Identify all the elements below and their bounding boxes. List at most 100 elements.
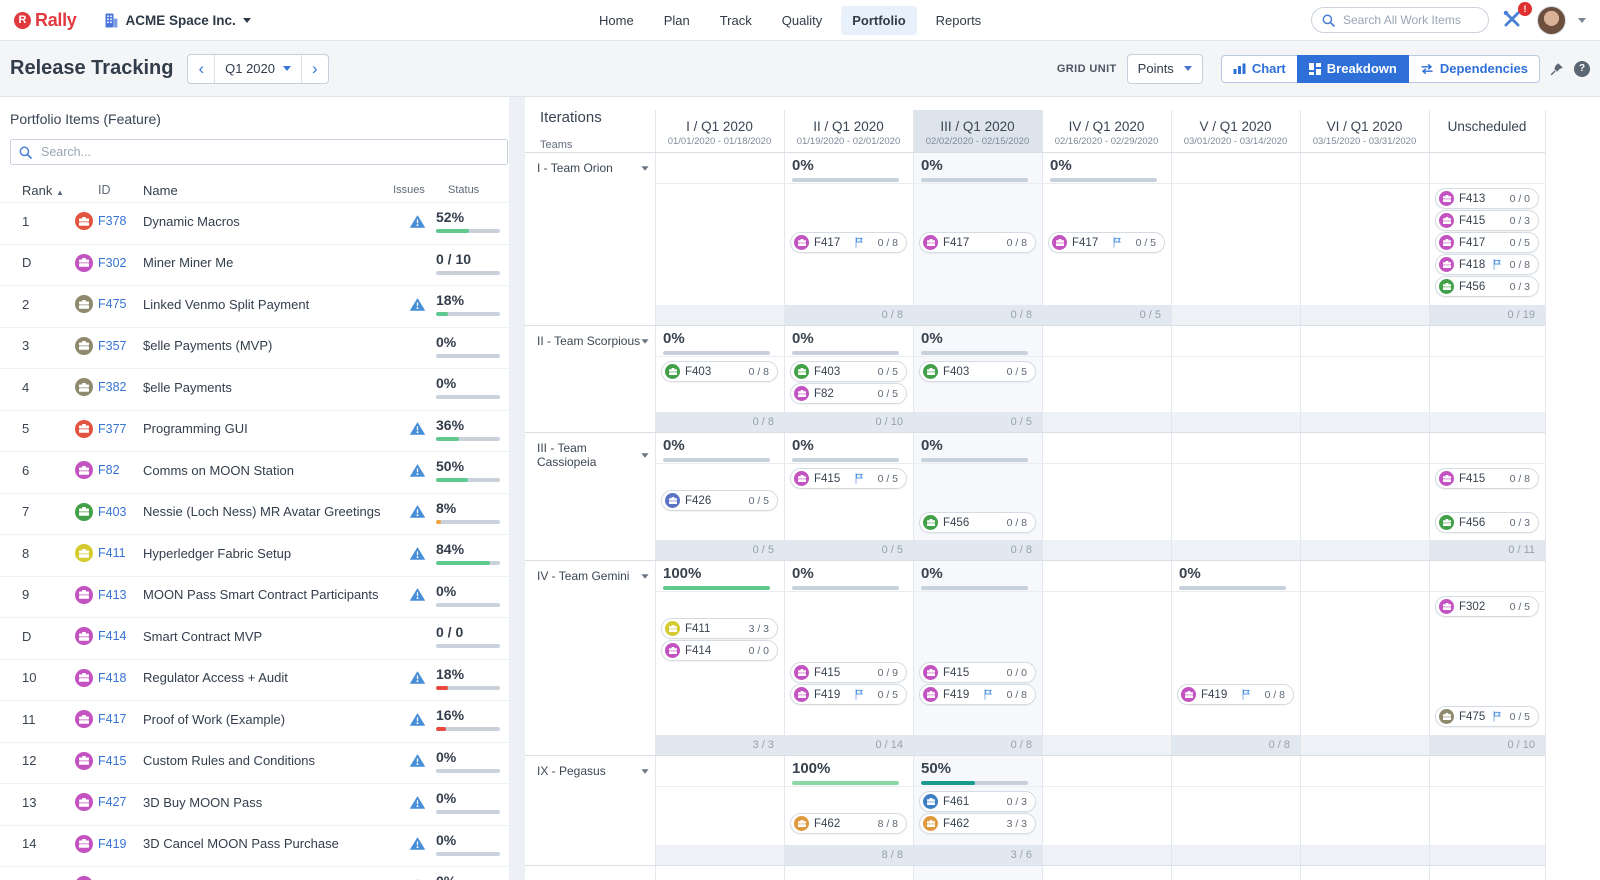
breakdown-view-button[interactable]: Breakdown bbox=[1297, 55, 1409, 83]
feature-card[interactable]: F415 0 / 9 bbox=[790, 662, 907, 683]
feature-id-link[interactable]: F414 bbox=[98, 629, 143, 643]
feature-id-link[interactable]: F413 bbox=[98, 588, 143, 602]
feature-card[interactable]: F403 0 / 5 bbox=[790, 361, 907, 382]
feature-card[interactable]: F456 0 / 3 bbox=[1435, 512, 1539, 533]
portfolio-search[interactable] bbox=[10, 139, 508, 165]
portfolio-search-input[interactable] bbox=[39, 144, 499, 160]
column-header-status[interactable]: Status bbox=[436, 184, 509, 196]
table-row[interactable]: 1 F378 Dynamic Macros 52% bbox=[0, 202, 509, 240]
table-row[interactable]: 9 F413 MOON Pass Smart Contract Particip… bbox=[0, 576, 509, 614]
table-row[interactable]: 0% bbox=[0, 866, 509, 880]
column-header-id[interactable]: ID bbox=[98, 183, 143, 197]
table-row[interactable]: D F302 Miner Miner Me 0 / 10 bbox=[0, 244, 509, 282]
nav-item-portfolio[interactable]: Portfolio bbox=[841, 6, 916, 35]
feature-card[interactable]: F462 3 / 3 bbox=[919, 813, 1036, 834]
user-avatar[interactable] bbox=[1537, 6, 1566, 35]
feature-card[interactable]: F419 0 / 5 bbox=[790, 684, 907, 705]
feature-id-link[interactable]: F427 bbox=[98, 795, 143, 809]
chart-view-button[interactable]: Chart bbox=[1221, 55, 1298, 83]
team-row-toggle[interactable]: II - Team Scorpious bbox=[537, 334, 649, 348]
release-prev-button[interactable]: ‹ bbox=[188, 55, 214, 83]
table-row[interactable]: 7 F403 Nessie (Loch Ness) MR Avatar Gree… bbox=[0, 493, 509, 531]
workspace-switcher[interactable]: ACME Space Inc. bbox=[103, 12, 251, 29]
table-row[interactable]: 2 F475 Linked Venmo Split Payment 18% bbox=[0, 285, 509, 323]
feature-id-link[interactable]: F403 bbox=[98, 505, 143, 519]
table-row[interactable]: 11 F417 Proof of Work (Example) 16% bbox=[0, 700, 509, 738]
feature-card[interactable]: F413 0 / 0 bbox=[1435, 188, 1539, 209]
feature-card[interactable]: F462 8 / 8 bbox=[790, 813, 907, 834]
feature-card[interactable]: F415 0 / 0 bbox=[919, 662, 1036, 683]
table-row[interactable]: 6 F82 Comms on MOON Station 50% bbox=[0, 451, 509, 489]
help-button[interactable]: ? bbox=[1574, 61, 1590, 77]
table-row[interactable]: 5 F377 Programming GUI 36% bbox=[0, 410, 509, 448]
iteration-column-header[interactable]: II / Q1 2020 bbox=[784, 119, 913, 134]
feature-id-link[interactable]: F475 bbox=[98, 297, 143, 311]
feature-id-link[interactable]: F419 bbox=[98, 837, 143, 851]
iteration-column-header[interactable]: III / Q1 2020 bbox=[913, 119, 1042, 134]
feature-card[interactable]: F302 0 / 5 bbox=[1435, 596, 1539, 617]
feature-id-link[interactable]: F378 bbox=[98, 214, 143, 228]
nav-item-reports[interactable]: Reports bbox=[925, 6, 993, 35]
feature-id-link[interactable]: F415 bbox=[98, 754, 143, 768]
feature-card[interactable]: F411 3 / 3 bbox=[661, 618, 778, 639]
nav-item-plan[interactable]: Plan bbox=[653, 6, 701, 35]
feature-card[interactable]: F417 0 / 5 bbox=[1048, 232, 1165, 253]
column-header-issues[interactable]: Issues bbox=[382, 184, 436, 196]
release-dropdown[interactable]: Q1 2020 bbox=[214, 55, 301, 83]
table-row[interactable]: 14 F419 3D Cancel MOON Pass Purchase 0% bbox=[0, 825, 509, 863]
feature-card[interactable]: F415 0 / 8 bbox=[1435, 468, 1539, 489]
feature-card[interactable]: F456 0 / 3 bbox=[1435, 276, 1539, 297]
nav-item-home[interactable]: Home bbox=[588, 6, 645, 35]
team-row-toggle[interactable]: III - Team Cassiopeia bbox=[537, 441, 649, 469]
release-next-button[interactable]: › bbox=[301, 55, 328, 83]
iteration-column-header[interactable]: I / Q1 2020 bbox=[655, 119, 784, 134]
feature-card[interactable]: F417 0 / 8 bbox=[919, 232, 1036, 253]
feature-card[interactable]: F418 0 / 8 bbox=[1435, 254, 1539, 275]
feature-card[interactable]: F415 0 / 5 bbox=[790, 468, 907, 489]
global-search-input[interactable] bbox=[1341, 12, 1478, 28]
table-row[interactable]: 3 F357 $elle Payments (MVP) 0% bbox=[0, 327, 509, 365]
team-row-toggle[interactable]: IV - Team Gemini bbox=[537, 569, 649, 583]
iteration-column-header[interactable]: VI / Q1 2020 bbox=[1300, 119, 1429, 134]
team-row-toggle[interactable]: IX - Pegasus bbox=[537, 764, 649, 778]
table-row[interactable]: D F414 Smart Contract MVP 0 / 0 bbox=[0, 617, 509, 655]
dependencies-view-button[interactable]: Dependencies bbox=[1408, 55, 1540, 83]
feature-id-link[interactable]: F357 bbox=[98, 339, 143, 353]
feature-card[interactable]: F414 0 / 0 bbox=[661, 640, 778, 661]
feature-card[interactable]: F417 0 / 5 bbox=[1435, 232, 1539, 253]
feature-card[interactable]: F415 0 / 3 bbox=[1435, 210, 1539, 231]
rally-logo[interactable]: R Rally bbox=[14, 10, 77, 31]
feature-card[interactable]: F82 0 / 5 bbox=[790, 383, 907, 404]
global-search[interactable] bbox=[1311, 7, 1489, 33]
feature-card[interactable]: F456 0 / 8 bbox=[919, 512, 1036, 533]
iteration-column-header[interactable]: Unscheduled bbox=[1429, 119, 1545, 134]
table-row[interactable]: 8 F411 Hyperledger Fabric Setup 84% bbox=[0, 534, 509, 572]
tools-menu[interactable]: ! bbox=[1501, 8, 1525, 32]
table-row[interactable]: 12 F415 Custom Rules and Conditions 0% bbox=[0, 742, 509, 780]
feature-id-link[interactable]: F82 bbox=[98, 463, 143, 477]
column-header-name[interactable]: Name bbox=[143, 183, 382, 198]
pin-button[interactable] bbox=[1550, 62, 1564, 76]
feature-card[interactable]: F426 0 / 5 bbox=[661, 490, 778, 511]
table-row[interactable]: 4 F382 $elle Payments 0% bbox=[0, 368, 509, 406]
feature-id-link[interactable]: F382 bbox=[98, 380, 143, 394]
feature-card[interactable]: F403 0 / 5 bbox=[919, 361, 1036, 382]
feature-card[interactable]: F417 0 / 8 bbox=[790, 232, 907, 253]
feature-id-link[interactable]: F302 bbox=[98, 256, 143, 270]
nav-item-quality[interactable]: Quality bbox=[771, 6, 833, 35]
feature-card[interactable]: F475 0 / 5 bbox=[1435, 706, 1539, 727]
feature-card[interactable]: F461 0 / 3 bbox=[919, 791, 1036, 812]
feature-card[interactable]: F403 0 / 8 bbox=[661, 361, 778, 382]
user-menu-chevron-icon[interactable] bbox=[1578, 18, 1586, 23]
team-row-toggle[interactable]: I - Team Orion bbox=[537, 161, 649, 175]
grid-unit-select[interactable]: Points bbox=[1127, 54, 1203, 84]
feature-id-link[interactable]: F411 bbox=[98, 546, 143, 560]
nav-item-track[interactable]: Track bbox=[709, 6, 763, 35]
iteration-column-header[interactable]: IV / Q1 2020 bbox=[1042, 119, 1171, 134]
column-header-rank[interactable]: Rank ▲ bbox=[0, 183, 70, 198]
feature-card[interactable]: F419 0 / 8 bbox=[1177, 684, 1294, 705]
feature-card[interactable]: F419 0 / 8 bbox=[919, 684, 1036, 705]
table-row[interactable]: 10 F418 Regulator Access + Audit 18% bbox=[0, 659, 509, 697]
feature-id-link[interactable]: F417 bbox=[98, 712, 143, 726]
feature-id-link[interactable]: F418 bbox=[98, 671, 143, 685]
